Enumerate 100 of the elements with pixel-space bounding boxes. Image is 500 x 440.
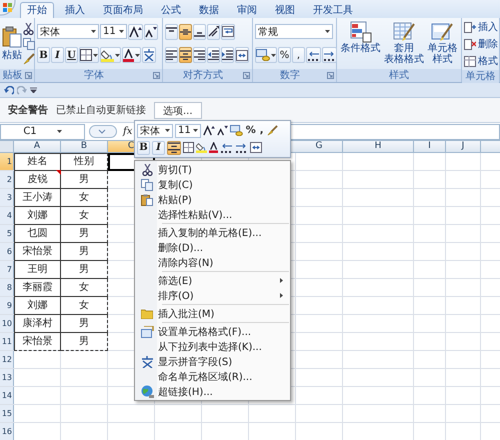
comma-button[interactable]: , (258, 125, 265, 136)
fill-color-button[interactable] (100, 47, 121, 64)
percent-button[interactable]: % (278, 47, 291, 63)
row-header[interactable]: 2 (0, 171, 14, 188)
comma-button[interactable]: , (292, 47, 305, 63)
align-middle-button[interactable] (179, 24, 192, 40)
cells-menu-button[interactable]: 格式 (464, 54, 497, 68)
currency-button[interactable] (255, 47, 277, 63)
dialog-launcher-icon[interactable] (25, 72, 32, 79)
align-left-button[interactable] (165, 47, 178, 64)
phonetic-button[interactable] (142, 47, 156, 64)
column-header[interactable]: J (446, 141, 481, 152)
row-header[interactable]: 14 (0, 387, 14, 404)
row-header[interactable]: 4 (0, 207, 14, 224)
dialog-launcher-icon[interactable] (243, 72, 250, 79)
table-cell[interactable]: 姓名 (14, 153, 61, 171)
borders-button[interactable] (79, 47, 99, 64)
increase-decimal-icon[interactable] (220, 142, 234, 153)
row-header[interactable]: 1 (0, 153, 14, 170)
ribbon-tab[interactable]: 视图 (268, 2, 302, 18)
grow-font-icon[interactable] (203, 125, 215, 136)
font-size-field[interactable]: 11 (100, 24, 127, 40)
shrink-font-button[interactable] (144, 24, 158, 40)
column-header[interactable]: G (296, 141, 343, 152)
ribbon-tab[interactable]: 数据 (192, 2, 226, 18)
ribbon-tab[interactable]: 公式 (154, 2, 188, 18)
ribbon-tab[interactable]: 页面布局 (96, 2, 150, 18)
decrease-indent-button[interactable] (207, 47, 220, 64)
customize-icon[interactable] (30, 87, 37, 93)
brush-icon[interactable] (23, 52, 35, 64)
row-header[interactable]: 3 (0, 189, 14, 206)
font-color-button[interactable] (122, 47, 141, 64)
menu-item[interactable]: 筛选(E) (136, 273, 289, 288)
row-header[interactable]: 6 (0, 243, 14, 260)
menu-item[interactable]: 命名单元格区域(R)... (136, 369, 289, 384)
menu-item[interactable]: 从下拉列表中选择(K)... (136, 339, 289, 354)
brush-icon[interactable] (266, 125, 278, 136)
menu-item[interactable]: 删除(D)... (136, 240, 289, 255)
italic-button[interactable]: I (51, 47, 64, 64)
options-button[interactable]: 选项... (154, 102, 202, 118)
row-header[interactable]: 7 (0, 261, 14, 278)
align-center-button[interactable] (167, 140, 182, 154)
italic-button[interactable]: I (152, 140, 165, 154)
row-header[interactable]: 13 (0, 369, 14, 386)
column-header[interactable]: I (414, 141, 446, 152)
increase-decimal-button[interactable] (306, 47, 321, 63)
borders-icon[interactable] (183, 142, 194, 153)
row-header[interactable]: 16 (0, 423, 14, 440)
dialog-launcher-icon[interactable] (153, 72, 160, 79)
font-name-field[interactable]: 宋体 (37, 24, 99, 40)
copy-icon[interactable] (23, 38, 35, 50)
menu-item[interactable]: 设置单元格格式(F)... (136, 324, 289, 339)
underline-button[interactable]: U (65, 47, 78, 64)
decrease-decimal-icon[interactable] (235, 142, 248, 153)
align-top-button[interactable] (165, 24, 178, 40)
cells-menu-button[interactable]: 删除 (464, 37, 497, 51)
row-header[interactable]: 10 (0, 315, 14, 332)
bold-button[interactable]: B (137, 140, 150, 154)
menu-item[interactable]: 排序(O) (136, 288, 289, 303)
row-header[interactable]: 15 (0, 405, 14, 422)
style-gallery-button[interactable]: 条件格式 (340, 21, 381, 54)
align-right-button[interactable] (193, 47, 206, 64)
menu-item[interactable]: 粘贴(P) (136, 192, 289, 207)
ribbon-tab[interactable]: 开发工具 (306, 2, 360, 18)
ribbon-tab[interactable]: 开始 (20, 2, 54, 18)
menu-item[interactable]: 插入批注(M) (136, 306, 289, 321)
dialog-launcher-icon[interactable] (327, 72, 334, 79)
ribbon-tab[interactable]: 审阅 (230, 2, 264, 18)
align-center-button[interactable] (179, 47, 192, 64)
decrease-decimal-button[interactable] (322, 47, 337, 63)
row-header[interactable]: 5 (0, 225, 14, 242)
column-header[interactable]: A (14, 141, 61, 152)
cells-menu-button[interactable]: 插入 (464, 20, 497, 34)
paste-button[interactable]: 粘贴 (2, 26, 22, 62)
font-size-field[interactable]: 11 (175, 124, 201, 138)
row-header[interactable]: 8 (0, 279, 14, 296)
currency-icon[interactable] (230, 125, 243, 136)
percent-button[interactable]: % (244, 125, 257, 136)
menu-item[interactable]: 复制(C) (136, 177, 289, 192)
column-header[interactable]: H (343, 141, 414, 152)
fill-color-icon[interactable] (196, 142, 208, 153)
style-gallery-button[interactable]: 套用 表格格式 (384, 21, 424, 65)
merge-cells-button[interactable] (235, 47, 249, 64)
row-header[interactable]: 11 (0, 333, 14, 350)
name-box[interactable]: C1 (0, 124, 85, 140)
style-gallery-button[interactable]: 单元格 样式 (427, 21, 458, 65)
wrap-text-button[interactable] (221, 24, 235, 40)
orientation-button[interactable] (207, 24, 220, 40)
bold-button[interactable]: B (37, 47, 50, 64)
increase-indent-button[interactable] (221, 47, 234, 64)
shrink-font-icon[interactable] (216, 125, 228, 136)
ribbon-tab[interactable]: 插入 (58, 2, 92, 18)
number-format-field[interactable]: 常规 (255, 24, 333, 39)
scissors-icon[interactable] (23, 22, 34, 34)
expand-button[interactable] (89, 125, 117, 138)
menu-item[interactable]: 插入复制的单元格(E)... (136, 225, 289, 240)
menu-item[interactable]: 超链接(H)... (136, 384, 289, 399)
menu-item[interactable]: 剪切(T) (136, 162, 289, 177)
menu-item[interactable]: 显示拼音字段(S) (136, 354, 289, 369)
menu-item[interactable]: 选择性粘贴(V)... (136, 207, 289, 222)
